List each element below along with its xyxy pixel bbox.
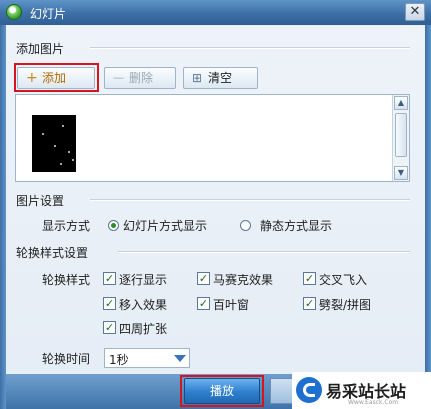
section-divider [90, 199, 410, 201]
checkbox-split-puzzle[interactable]: ✓ [303, 297, 316, 310]
clear-button[interactable]: ⊞ 清空 [183, 67, 258, 89]
chevron-down-icon[interactable] [174, 355, 186, 362]
scroll-down-icon[interactable]: ▼ [394, 166, 408, 180]
close-icon: ✕ [409, 4, 421, 19]
highlight-box-play [180, 375, 264, 407]
checkbox-line-by-line-label[interactable]: 逐行显示 [119, 271, 167, 288]
checkbox-expand-around[interactable]: ✓ [103, 321, 116, 334]
checkbox-cross-fly-in-label[interactable]: 交叉飞入 [319, 271, 367, 288]
checkbox-expand-around-label[interactable]: 四周扩张 [119, 320, 167, 337]
title-bar[interactable]: 幻灯片 ✕ [0, 0, 431, 25]
checkbox-cross-fly-in[interactable]: ✓ [303, 272, 316, 285]
checkbox-mosaic[interactable]: ✓ [197, 272, 210, 285]
checkbox-move-in[interactable]: ✓ [103, 297, 116, 310]
display-mode-label: 显示方式 [42, 219, 91, 233]
interval-label: 轮换时间 [42, 352, 91, 366]
image-list[interactable]: ▲ ▼ [15, 94, 410, 182]
watermark: 易采站长站 Www.Easck.Com [292, 372, 431, 409]
thumbnail-detail [42, 133, 44, 135]
trash-icon: ⊞ [192, 71, 203, 85]
thumbnail-detail [72, 159, 74, 161]
delete-button[interactable]: — 删除 [104, 67, 176, 89]
interval-select[interactable]: 1秒 [104, 348, 190, 368]
highlight-box-add [14, 63, 99, 92]
checkbox-move-in-label[interactable]: 移入效果 [119, 296, 167, 313]
clear-button-label: 清空 [208, 71, 233, 85]
radio-static-display-label[interactable]: 静态方式显示 [260, 217, 332, 234]
image-list-scrollbar[interactable]: ▲ ▼ [392, 95, 409, 181]
radio-static-display[interactable] [240, 220, 251, 231]
close-button[interactable]: ✕ [405, 3, 425, 21]
checkbox-mosaic-label[interactable]: 马赛克效果 [213, 271, 273, 288]
thumbnail-detail [62, 125, 64, 127]
slideshow-window: 幻灯片 ✕ 添加图片 + 添加 — 删除 ⊞ 清空 ▲ ▼ 图片设置 显示方式 … [0, 0, 431, 409]
thumbnail-detail [68, 151, 70, 153]
watermark-logo-icon [296, 377, 322, 403]
checkbox-blinds[interactable]: ✓ [197, 297, 210, 310]
window-border-right [425, 25, 431, 409]
minus-icon: — [113, 71, 124, 84]
section-divider [90, 47, 410, 49]
app-logo-icon [6, 4, 22, 20]
section-heading-add-pictures: 添加图片 [16, 42, 65, 56]
section-heading-picture-settings: 图片设置 [16, 194, 65, 208]
thumbnail-detail [54, 145, 56, 147]
section-divider [118, 251, 410, 253]
radio-slideshow-display-label[interactable]: 幻灯片方式显示 [123, 217, 207, 234]
watermark-subtext: Www.Easck.Com [348, 399, 399, 406]
delete-button-label: 删除 [129, 71, 154, 85]
thumbnail-detail [60, 163, 62, 165]
window-title: 幻灯片 [30, 7, 67, 21]
radio-slideshow-display[interactable] [108, 220, 119, 231]
checkbox-blinds-label[interactable]: 百叶窗 [213, 296, 249, 313]
section-heading-transitions: 轮换样式设置 [16, 246, 89, 260]
interval-value: 1秒 [109, 353, 129, 367]
scrollbar-thumb[interactable] [395, 113, 407, 157]
scroll-up-icon[interactable]: ▲ [394, 96, 408, 110]
checkbox-split-puzzle-label[interactable]: 劈裂/拼图 [319, 296, 371, 313]
image-thumbnail[interactable] [32, 115, 76, 172]
checkbox-line-by-line[interactable]: ✓ [103, 272, 116, 285]
transition-style-label: 轮换样式 [42, 273, 91, 287]
